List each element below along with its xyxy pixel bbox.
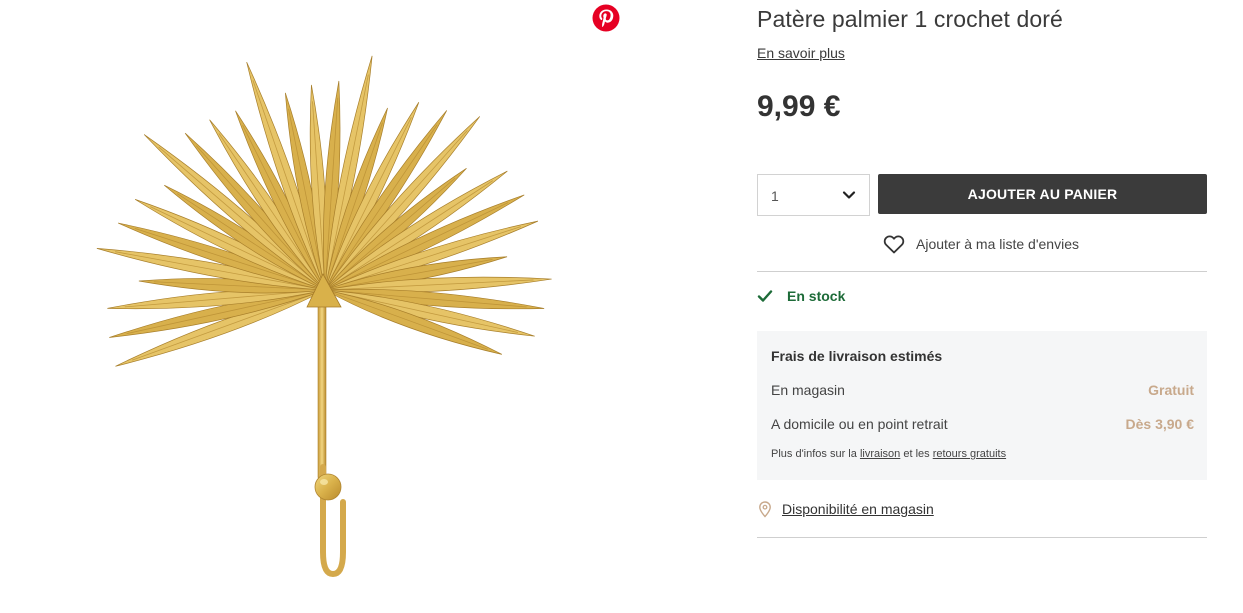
shipping-estimate-panel: Frais de livraison estimés En magasin Gr… (757, 331, 1207, 480)
shipping-info-note: Plus d'infos sur la livraison et les ret… (771, 448, 1006, 460)
wishlist-label: Ajouter à ma liste d'envies (916, 236, 1079, 252)
learn-more-link[interactable]: En savoir plus (757, 45, 845, 61)
shipping-row-price: Gratuit (1148, 382, 1194, 398)
divider (757, 271, 1207, 272)
check-icon (757, 290, 773, 302)
pinterest-icon[interactable] (592, 4, 620, 32)
shipping-title: Frais de livraison estimés (771, 348, 943, 364)
heart-icon (883, 235, 905, 254)
chevron-down-icon (842, 191, 856, 199)
shipping-row-store: En magasin Gratuit (771, 382, 1194, 400)
shipping-row-label: En magasin (771, 382, 845, 398)
quantity-value: 1 (771, 188, 779, 204)
product-price: 9,99 € (757, 90, 841, 123)
add-to-wishlist-button[interactable]: Ajouter à ma liste d'envies (882, 232, 1079, 256)
note-prefix: Plus d'infos sur la (771, 448, 857, 460)
shipping-row-home: A domicile ou en point retrait Dès 3,90 … (771, 416, 1194, 434)
product-image (96, 55, 552, 578)
delivery-link[interactable]: livraison (860, 448, 900, 460)
store-availability-link[interactable]: Disponibilité en magasin (757, 500, 934, 518)
product-title: Patère palmier 1 crochet doré (757, 6, 1063, 32)
add-to-cart-button[interactable]: AJOUTER AU PANIER (878, 174, 1207, 214)
note-middle: et les (903, 448, 930, 460)
map-pin-icon (759, 501, 771, 518)
shipping-row-price: Dès 3,90 € (1125, 416, 1195, 432)
quantity-select[interactable]: 1 (757, 174, 870, 216)
shipping-row-label: A domicile ou en point retrait (771, 416, 948, 432)
stock-status: En stock (757, 288, 845, 304)
store-availability-label: Disponibilité en magasin (782, 501, 934, 517)
free-returns-link[interactable]: retours gratuits (933, 448, 1006, 460)
divider (757, 537, 1207, 538)
product-gallery (0, 0, 660, 613)
stock-label: En stock (787, 288, 846, 304)
